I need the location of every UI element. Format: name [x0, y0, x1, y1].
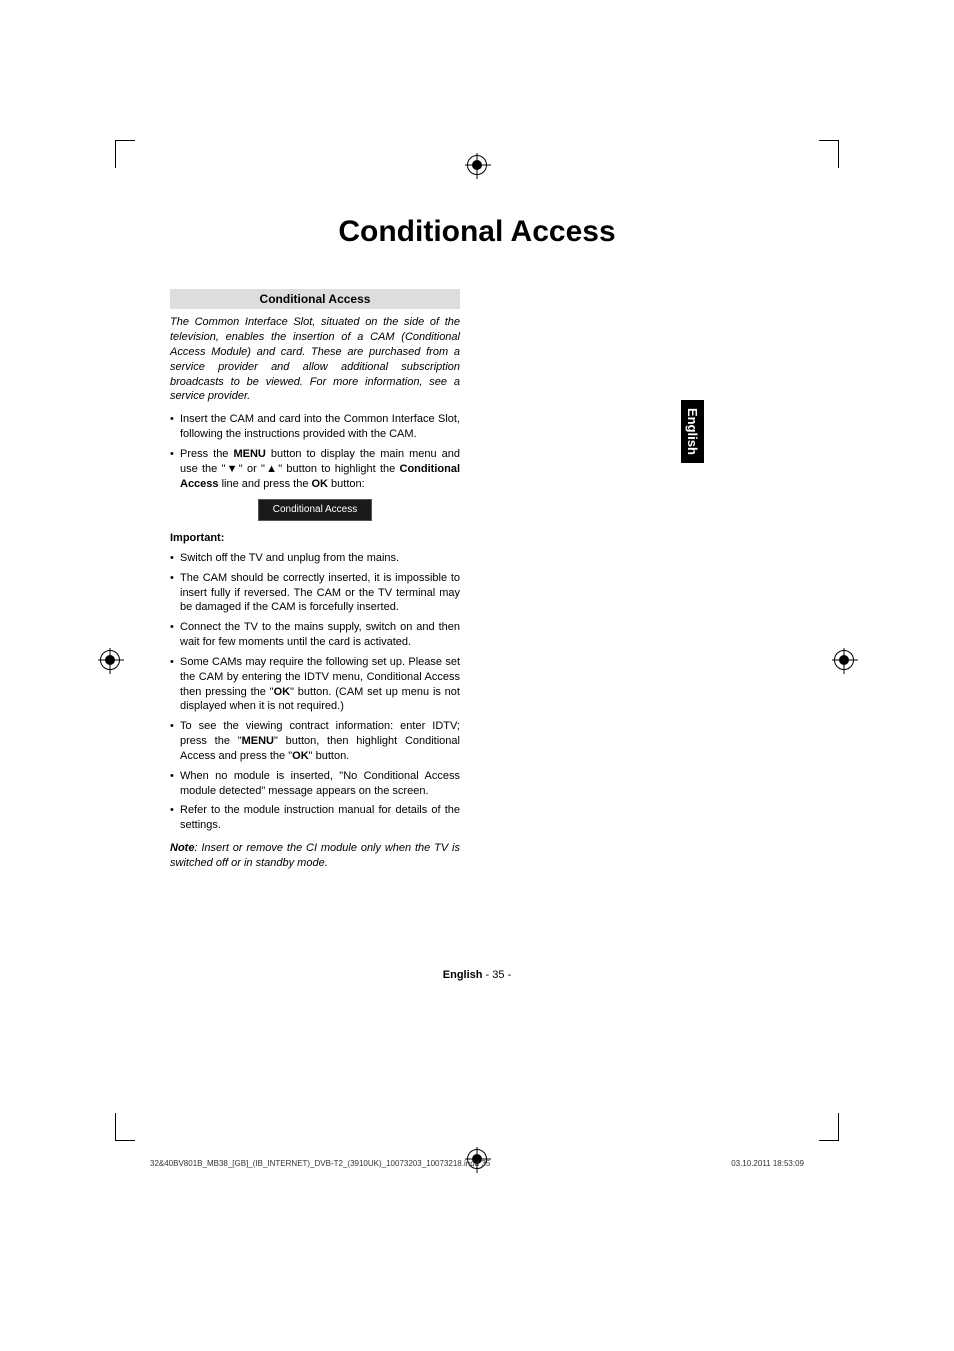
note-bold-label: Note	[170, 842, 194, 854]
intro-paragraph: The Common Interface Slot, situated on t…	[170, 315, 460, 404]
footer-page: - 35 -	[483, 969, 512, 981]
footer-page-number: English - 35 -	[100, 969, 854, 981]
ok-bold-label: OK	[312, 478, 329, 490]
language-tab: English	[681, 400, 704, 463]
menu-bold-label: MENU	[242, 735, 274, 747]
arrow-down-icon: ▼	[225, 463, 238, 475]
ok-bold-label: OK	[292, 750, 309, 762]
list-item: Press the MENU button to display the mai…	[170, 447, 460, 492]
text-span: Press the	[180, 448, 233, 460]
text-span: button:	[328, 478, 365, 490]
text-span: " or "	[239, 463, 265, 475]
arrow-up-icon: ▲	[265, 463, 278, 475]
important-heading: Important:	[170, 531, 460, 546]
footer-language: English	[443, 969, 483, 981]
page-container: Conditional Access English Conditional A…	[100, 130, 854, 1221]
print-metadata: 32&40BV801B_MB38_[GB]_(IB_INTERNET)_DVB-…	[150, 1159, 804, 1168]
menu-bar-screenshot: Conditional Access	[258, 499, 373, 521]
print-file-path: 32&40BV801B_MB38_[GB]_(IB_INTERNET)_DVB-…	[150, 1159, 490, 1168]
text-span: line and press the	[219, 478, 312, 490]
list-item: Connect the TV to the mains supply, swit…	[170, 620, 460, 650]
note-paragraph: Note: Insert or remove the CI module onl…	[170, 841, 460, 871]
print-timestamp: 03.10.2011 18:53:09	[731, 1159, 804, 1168]
list-item: Some CAMs may require the following set …	[170, 655, 460, 714]
list-item: To see the viewing contract information:…	[170, 719, 460, 764]
text-span: " button to highlight the	[278, 463, 399, 475]
list-item: The CAM should be correctly inserted, it…	[170, 571, 460, 616]
instruction-list-2: Switch off the TV and unplug from the ma…	[170, 551, 460, 833]
text-span: " button.	[309, 750, 350, 762]
note-body: : Insert or remove the CI module only wh…	[170, 842, 460, 869]
instruction-list-1: Insert the CAM and card into the Common …	[170, 412, 460, 491]
list-item: Refer to the module instruction manual f…	[170, 803, 460, 833]
section-heading: Conditional Access	[170, 289, 460, 309]
ok-bold-label: OK	[274, 686, 291, 698]
list-item: When no module is inserted, "No Conditio…	[170, 769, 460, 799]
list-item: Insert the CAM and card into the Common …	[170, 412, 460, 442]
content-column: Conditional Access The Common Interface …	[170, 289, 460, 871]
menu-bold-label: MENU	[233, 448, 265, 460]
page-title: Conditional Access	[100, 215, 854, 249]
list-item: Switch off the TV and unplug from the ma…	[170, 551, 460, 566]
